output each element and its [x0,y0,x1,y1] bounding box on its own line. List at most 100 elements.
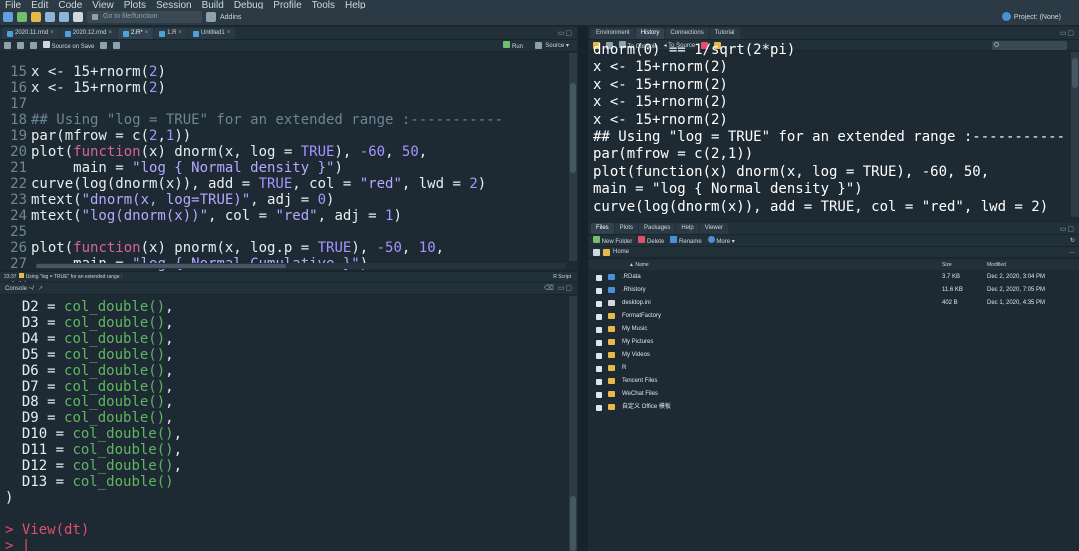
file-name[interactable]: R [622,362,626,375]
save-all-icon[interactable] [59,12,69,22]
env-tab[interactable]: History [635,28,665,39]
code-tools-icon[interactable] [113,42,121,49]
menu-edit[interactable]: Edit [26,1,53,10]
file-row[interactable]: My Pictures [589,336,1079,349]
files-tab[interactable]: Plots [614,223,639,234]
file-row[interactable]: WeChat Files [589,388,1079,401]
menu-plots[interactable]: Plots [119,1,151,10]
file-name[interactable]: WeChat Files [622,388,658,401]
menu-help[interactable]: Help [340,1,371,10]
file-row[interactable]: 自定义 Office 模板 [589,401,1079,414]
refresh-icon[interactable]: ↻ [1070,237,1075,244]
history-entry[interactable]: x <- 15+rnorm(2) [593,59,728,76]
files-window-controls[interactable]: ▭▢ [1060,225,1075,233]
editor-vertical-scrollbar[interactable] [569,53,577,261]
menu-profile[interactable]: Profile [268,1,306,10]
files-tab[interactable]: Files [591,223,614,234]
code-line[interactable]: 15 x <- 15+rnorm(2) [0,64,166,80]
file-name[interactable]: My Music [622,323,647,336]
file-row[interactable]: .RData 3.7 KB Dec 2, 2020, 3:04 PM [589,271,1079,284]
file-name[interactable]: My Pictures [622,336,653,349]
code-line[interactable]: 22 curve(log(dnorm(x)), add = TRUE, col =… [0,176,486,192]
file-checkbox[interactable] [596,288,602,294]
file-name[interactable]: Tencent Files [622,375,657,388]
history-entry[interactable]: plot(function(x) dnorm(x, log = TRUE), -… [593,164,989,181]
file-checkbox[interactable] [596,314,602,320]
console-window-controls[interactable]: ⌫ ▭▢ [544,284,573,292]
save-icon[interactable] [45,12,55,22]
close-icon[interactable]: × [145,28,149,39]
menu-file[interactable]: File [0,1,26,10]
file-name[interactable]: desktop.ini [622,297,651,310]
history-entry[interactable]: x <- 15+rnorm(2) [593,112,728,129]
code-line[interactable]: 18 ## Using "log = TRUE" for an extended … [0,112,503,128]
file-checkbox[interactable] [596,405,602,411]
file-row[interactable]: R [589,362,1079,375]
code-line[interactable]: 19 par(mfrow = c(2,1)) [0,128,191,144]
close-icon[interactable]: × [50,28,54,39]
search-icon[interactable] [100,42,108,49]
code-line[interactable]: 16 x <- 15+rnorm(2) [0,80,166,96]
open-file-icon[interactable] [31,12,41,22]
hscroll-thumb[interactable] [36,264,286,268]
new-file-icon[interactable] [3,12,13,22]
code-line[interactable]: 17 [0,96,31,112]
menu-tools[interactable]: Tools [307,1,340,10]
env-tab[interactable]: Tutorial [709,28,740,39]
editor-tab[interactable]: 2.R* × [117,28,154,39]
save-icon[interactable] [30,42,37,49]
more-button[interactable]: More ▾ [707,236,735,245]
files-tab[interactable]: Viewer [699,223,728,234]
editor-tab[interactable]: 1.R × [154,28,188,39]
file-row[interactable]: .Rhistory 11.6 KB Dec 2, 2020, 7:05 PM [589,284,1079,297]
code-line[interactable]: 21 main = "log { Normal density }") [0,160,343,176]
delete-button[interactable]: Delete [638,236,664,245]
scroll-thumb[interactable] [570,83,576,173]
new-folder-button[interactable]: New Folder [593,236,632,245]
files-tab[interactable]: Help [676,223,699,234]
file-checkbox[interactable] [596,340,602,346]
file-name[interactable]: FormatFactory [622,310,661,323]
project-menu[interactable]: Project: (None) [1001,12,1061,21]
history-entry[interactable]: par(mfrow = c(2,1)) [593,146,753,163]
section-label[interactable]: Using "log = TRUE" for an extended range… [26,274,123,280]
close-icon[interactable]: × [227,28,231,39]
code-line[interactable]: 23 mtext("dnorm(x, log=TRUE)", adj = 0) [0,192,334,208]
file-name[interactable]: 自定义 Office 模板 [622,401,671,414]
breadcrumb-more-icon[interactable]: … [1069,249,1075,255]
pane-splitter[interactable] [578,27,588,551]
menu-view[interactable]: View [87,1,119,10]
file-type-label[interactable]: R Script [553,272,571,282]
history-vertical-scrollbar[interactable] [1071,52,1079,217]
new-project-icon[interactable] [17,12,27,22]
file-name[interactable]: .RData [622,271,641,284]
file-name[interactable]: .Rhistory [622,284,646,297]
rename-button[interactable]: Rename [670,236,702,245]
env-tab[interactable]: Environment [591,28,635,39]
code-line[interactable]: 25 [0,224,31,240]
file-checkbox[interactable] [596,275,602,281]
file-row[interactable]: desktop.ini 402 B Dec 1, 2020, 4:35 PM [589,297,1079,310]
history-entry[interactable]: dnorm(0) == 1/sqrt(2*pi) [593,42,795,59]
menu-debug[interactable]: Debug [229,1,268,10]
menu-session[interactable]: Session [151,1,197,10]
code-line[interactable]: 20 plot(function(x) dnorm(x, log = TRUE),… [0,144,427,160]
sort-name-header[interactable]: ▲ Name [629,260,649,270]
code-line[interactable]: 26 plot(function(x) pnorm(x, log.p = TRUE… [0,240,444,256]
print-icon[interactable] [73,12,83,22]
code-line[interactable]: 24 mtext("log(dnorm(x))", col = "red", ad… [0,208,402,224]
history-entry[interactable]: main = "log { Normal density }") [593,181,863,198]
console-vertical-scrollbar[interactable] [569,296,577,551]
files-tab[interactable]: Packages [639,223,676,234]
file-checkbox[interactable] [596,301,602,307]
editor-tab[interactable]: 2020.11.rmd × [2,28,59,39]
file-row[interactable]: My Videos [589,349,1079,362]
history-scroll-thumb[interactable] [1072,58,1078,88]
history-search-input[interactable] [992,41,1067,50]
file-row[interactable]: FormatFactory [589,310,1079,323]
console-scroll-thumb[interactable] [570,496,576,551]
editor-horizontal-scrollbar[interactable] [36,263,566,269]
file-checkbox[interactable] [596,379,602,385]
file-checkbox[interactable] [596,327,602,333]
breadcrumb-home[interactable]: Home [613,249,629,255]
